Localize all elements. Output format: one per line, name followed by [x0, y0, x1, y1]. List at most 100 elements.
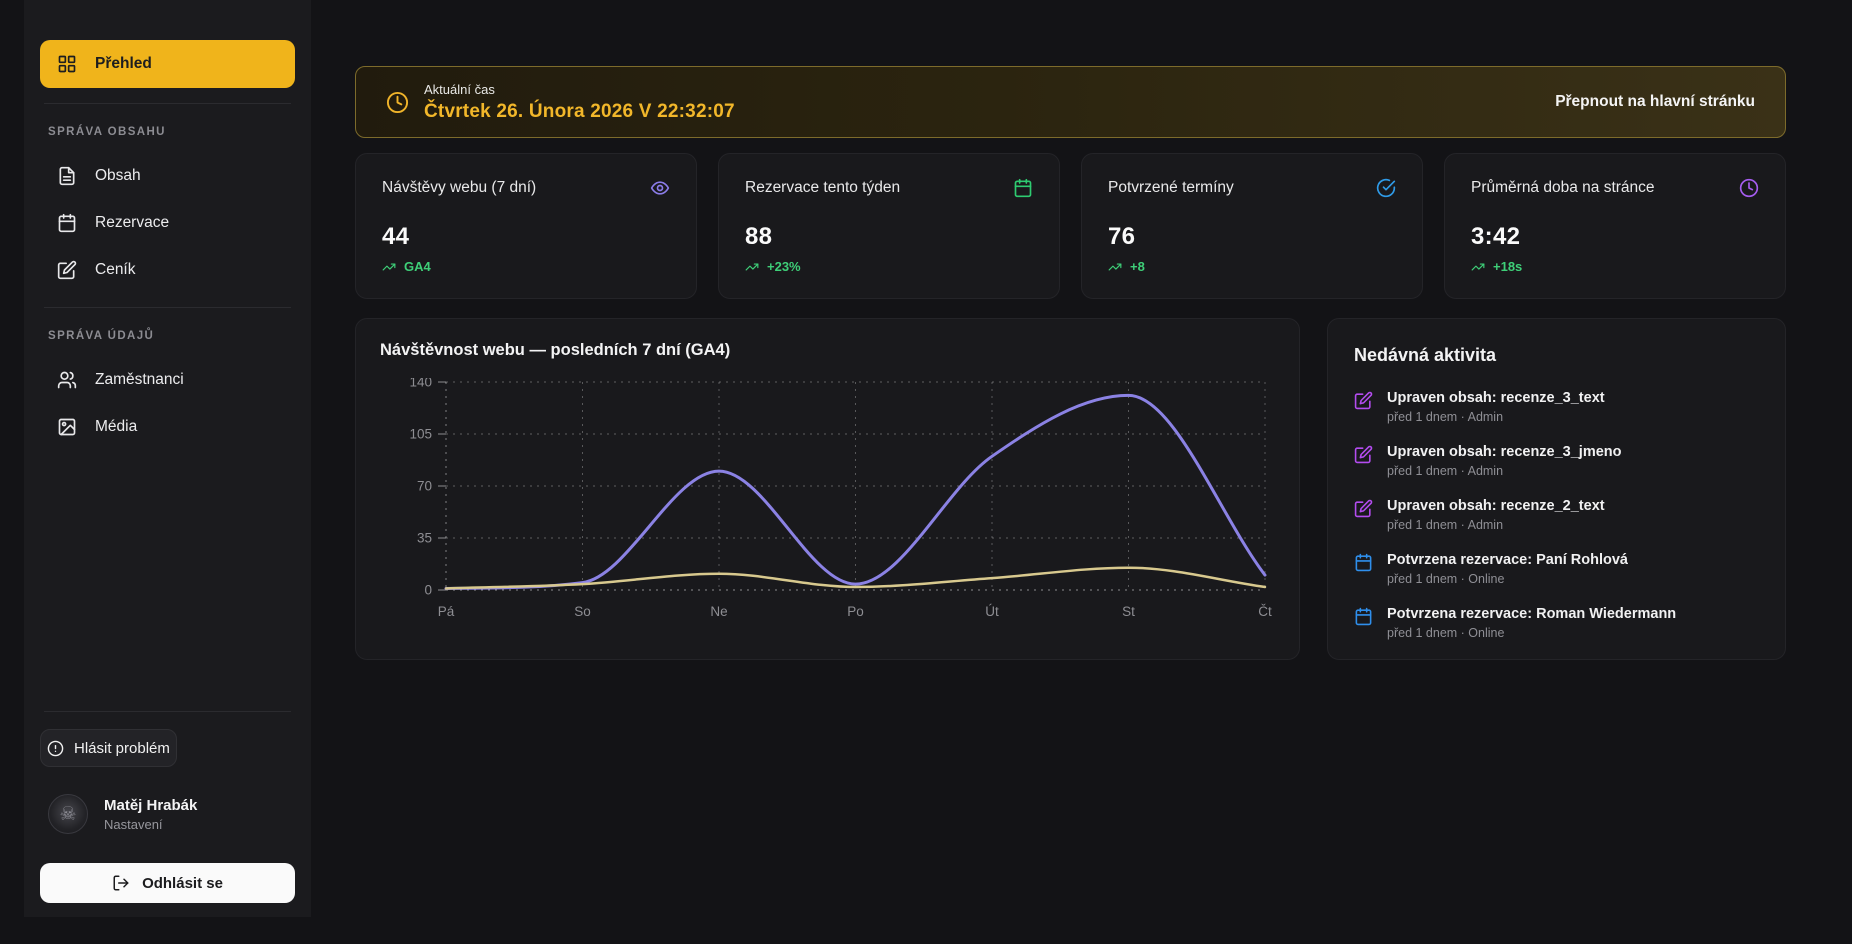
check-circle-icon [1376, 178, 1396, 198]
chart-title: Návštěvnost webu — posledních 7 dní (GA4… [380, 341, 1275, 360]
stat-label: Potvrzené termíny [1108, 179, 1234, 197]
edit-icon [57, 260, 77, 280]
sidebar-item-media[interactable]: Média [40, 405, 295, 449]
stat-value: 3:42 [1471, 223, 1759, 251]
sidebar-item-cenik[interactable]: Ceník [40, 248, 295, 292]
svg-text:140: 140 [409, 378, 432, 390]
admin-dashboard: { "theme": { "accent": "#f0b41b", "green… [0, 0, 1852, 944]
stat-trend-label: +18s [1493, 259, 1522, 274]
stat-label: Rezervace tento týden [745, 179, 900, 197]
activity-item: Upraven obsah: recenze_3_text před 1 dnem… [1354, 390, 1759, 424]
logout-icon [112, 874, 130, 892]
chart-area: 03570105140PáSoNePoÚtStČt [380, 378, 1275, 637]
stat-card-2: Potvrzené termíny76+8 [1081, 153, 1423, 299]
calendar-icon [1013, 178, 1033, 198]
sidebar-item-label: Média [95, 418, 137, 436]
divider [44, 307, 291, 308]
report-problem-button[interactable]: Hlásit problém [40, 729, 177, 767]
calendar-icon [1354, 607, 1373, 626]
svg-text:35: 35 [417, 531, 432, 546]
stat-trend: +8 [1108, 259, 1396, 274]
svg-text:St: St [1122, 604, 1135, 619]
activity-list: Upraven obsah: recenze_3_text před 1 dnem… [1354, 390, 1759, 640]
sidebar-item-label: Obsah [95, 167, 141, 185]
activity-item: Potvrzena rezervace: Roman Wiedermann pře… [1354, 606, 1759, 640]
user-settings-link[interactable]: Nastavení [104, 817, 197, 832]
stat-label: Návštěvy webu (7 dní) [382, 179, 536, 197]
sidebar-item-label: Zaměstnanci [95, 371, 184, 389]
trending-up-icon [1108, 260, 1122, 274]
sidebar-nav: PřehledSPRÁVA OBSAHUObsahRezervaceCeníkS… [40, 40, 295, 452]
activity-item-title: Potvrzena rezervace: Roman Wiedermann [1387, 606, 1676, 622]
sidebar-item-zamestnanci[interactable]: Zaměstnanci [40, 358, 295, 402]
recent-activity-title: Nedávná aktivita [1354, 345, 1759, 366]
activity-item-meta: před 1 dnem · Admin [1387, 464, 1622, 478]
edit-icon [1354, 391, 1373, 410]
stat-trend: +18s [1471, 259, 1759, 274]
stat-label: Průměrná doba na stránce [1471, 179, 1655, 197]
eye-icon [650, 178, 670, 198]
sidebar-item-rezervace[interactable]: Rezervace [40, 201, 295, 245]
calendar-icon [57, 213, 77, 233]
activity-item-meta: před 1 dnem · Admin [1387, 410, 1605, 424]
visits-line-chart: 03570105140PáSoNePoÚtStČt [380, 378, 1277, 632]
svg-text:Út: Út [985, 604, 999, 619]
sidebar-item-obsah[interactable]: Obsah [40, 154, 295, 198]
sidebar-section-title: SPRÁVA ÚDAJŮ [48, 330, 287, 342]
sidebar-item-label: Rezervace [95, 214, 169, 232]
svg-text:Pá: Pá [438, 604, 455, 619]
activity-item-meta: před 1 dnem · Online [1387, 572, 1628, 586]
stat-trend: GA4 [382, 259, 670, 274]
activity-item-meta: před 1 dnem · Online [1387, 626, 1676, 640]
alert-circle-icon [47, 740, 64, 757]
avatar[interactable]: ☠ [48, 794, 88, 834]
sidebar-item-label: Přehled [95, 55, 152, 73]
stat-cards-row: Návštěvy webu (7 dní)44GA4Rezervace tent… [355, 153, 1786, 299]
activity-item-title: Upraven obsah: recenze_2_text [1387, 498, 1605, 514]
divider [44, 711, 291, 712]
activity-item-title: Potvrzena rezervace: Paní Rohlová [1387, 552, 1628, 568]
current-time-banner: Aktuální čas Čtvrtek 26. Února 2026 V 22… [355, 66, 1786, 138]
trending-up-icon [1471, 260, 1485, 274]
sidebar-item-prehled[interactable]: Přehled [40, 40, 295, 88]
svg-text:105: 105 [409, 427, 432, 442]
svg-text:0: 0 [424, 583, 432, 598]
switch-to-main-site-link[interactable]: Přepnout na hlavní stránku [1555, 93, 1755, 111]
stat-card-3: Průměrná doba na stránce 3:42 +18s [1444, 153, 1786, 299]
trending-up-icon [382, 260, 396, 274]
stat-value: 88 [745, 223, 1033, 251]
sidebar-item-label: Ceník [95, 261, 136, 279]
stat-trend-label: GA4 [404, 259, 431, 274]
dashboard-icon [57, 54, 77, 74]
activity-item: Upraven obsah: recenze_2_textpřed 1 dnem… [1354, 498, 1759, 532]
activity-item: Upraven obsah: recenze_3_jmeno před 1 dne… [1354, 444, 1759, 478]
recent-activity-card: Nedávná aktivita Upraven obsah: recenze_… [1327, 318, 1786, 660]
user-row: ☠ Matěj Hrabák Nastavení [40, 794, 295, 834]
stat-card-0: Návštěvy webu (7 dní)44GA4 [355, 153, 697, 299]
users-icon [57, 370, 77, 390]
logout-button[interactable]: Odhlásit se [40, 863, 295, 903]
svg-text:70: 70 [417, 479, 432, 494]
edit-icon [1354, 499, 1373, 518]
edit-icon [1354, 445, 1373, 464]
svg-text:Po: Po [847, 604, 864, 619]
svg-text:So: So [574, 604, 591, 619]
bottom-row: Návštěvnost webu — posledních 7 dní (GA4… [355, 318, 1786, 660]
activity-item-title: Upraven obsah: recenze_3_text [1387, 390, 1605, 406]
activity-item-title: Upraven obsah: recenze_3_jmeno [1387, 444, 1622, 460]
skull-icon: ☠ [59, 805, 76, 824]
visits-chart-card: Návštěvnost webu — posledních 7 dní (GA4… [355, 318, 1300, 660]
stat-trend-label: +23% [767, 259, 801, 274]
user-name: Matěj Hrabák [104, 797, 197, 814]
clock-icon [386, 91, 409, 114]
stat-card-1: Rezervace tento týden 88 +23% [718, 153, 1060, 299]
calendar-icon [1354, 553, 1373, 572]
stat-trend: +23% [745, 259, 1033, 274]
activity-item: Potvrzena rezervace: Paní Rohlová před 1 … [1354, 552, 1759, 586]
svg-text:Čt: Čt [1258, 604, 1272, 619]
banner-label: Aktuální čas [424, 82, 735, 97]
clock-icon [1739, 178, 1759, 198]
logout-label: Odhlásit se [142, 875, 223, 892]
divider [44, 103, 291, 104]
report-problem-label: Hlásit problém [74, 740, 170, 757]
